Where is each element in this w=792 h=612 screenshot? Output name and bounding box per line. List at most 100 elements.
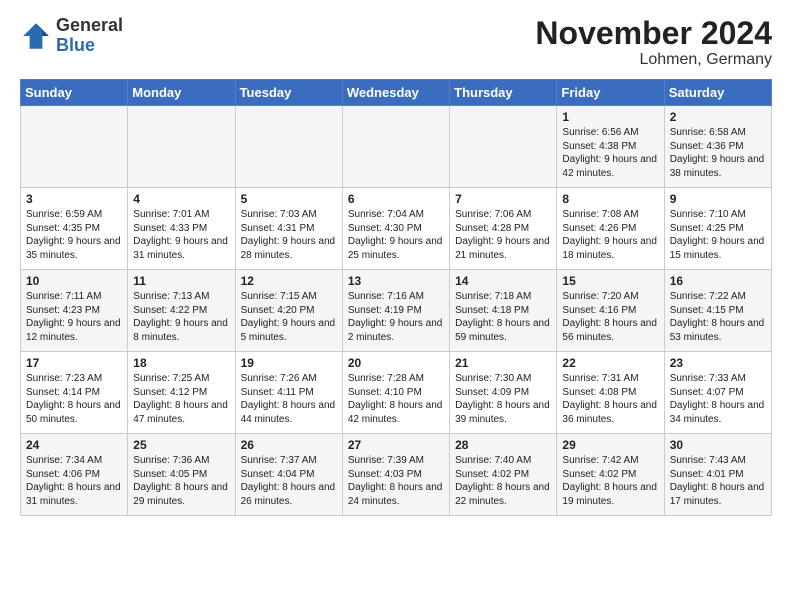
day-info: Sunrise: 7:25 AM Sunset: 4:12 PM Dayligh…: [133, 372, 229, 426]
calendar-header-saturday: Saturday: [664, 80, 771, 106]
day-info: Sunrise: 7:23 AM Sunset: 4:14 PM Dayligh…: [26, 372, 122, 426]
day-number: 21: [455, 356, 551, 370]
day-info: Sunrise: 7:11 AM Sunset: 4:23 PM Dayligh…: [26, 290, 122, 344]
calendar-cell: 30 Sunrise: 7:43 AM Sunset: 4:01 PM Dayli…: [664, 434, 771, 516]
calendar-week-row: 10 Sunrise: 7:11 AM Sunset: 4:23 PM Dayli…: [21, 270, 772, 352]
day-info: Sunrise: 7:22 AM Sunset: 4:15 PM Dayligh…: [670, 290, 766, 344]
day-number: 7: [455, 192, 551, 206]
logo-icon: [20, 20, 52, 52]
day-info: Sunrise: 7:40 AM Sunset: 4:02 PM Dayligh…: [455, 454, 551, 508]
calendar-cell: 21 Sunrise: 7:30 AM Sunset: 4:09 PM Dayli…: [450, 352, 557, 434]
calendar-week-row: 3 Sunrise: 6:59 AM Sunset: 4:35 PM Daylig…: [21, 188, 772, 270]
calendar-week-row: 1 Sunrise: 6:56 AM Sunset: 4:38 PM Daylig…: [21, 106, 772, 188]
calendar-header-thursday: Thursday: [450, 80, 557, 106]
day-info: Sunrise: 7:03 AM Sunset: 4:31 PM Dayligh…: [241, 208, 337, 262]
day-info: Sunrise: 7:36 AM Sunset: 4:05 PM Dayligh…: [133, 454, 229, 508]
day-number: 19: [241, 356, 337, 370]
day-number: 27: [348, 438, 444, 452]
page: General Blue November 2024 Lohmen, Germa…: [0, 0, 792, 526]
day-number: 20: [348, 356, 444, 370]
calendar-cell: 6 Sunrise: 7:04 AM Sunset: 4:30 PM Daylig…: [342, 188, 449, 270]
day-number: 18: [133, 356, 229, 370]
calendar-week-row: 24Sunrise: 7:34 AM Sunset: 4:06 PM Dayli…: [21, 434, 772, 516]
day-info: Sunrise: 7:08 AM Sunset: 4:26 PM Dayligh…: [562, 208, 658, 262]
day-number: 28: [455, 438, 551, 452]
calendar-header-sunday: Sunday: [21, 80, 128, 106]
calendar-cell: 20Sunrise: 7:28 AM Sunset: 4:10 PM Dayli…: [342, 352, 449, 434]
day-number: 22: [562, 356, 658, 370]
day-info: Sunrise: 7:31 AM Sunset: 4:08 PM Dayligh…: [562, 372, 658, 426]
calendar-cell: 15 Sunrise: 7:20 AM Sunset: 4:16 PM Dayli…: [557, 270, 664, 352]
calendar-cell: 14 Sunrise: 7:18 AM Sunset: 4:18 PM Dayli…: [450, 270, 557, 352]
calendar-cell: 28 Sunrise: 7:40 AM Sunset: 4:02 PM Dayli…: [450, 434, 557, 516]
day-info: Sunrise: 7:37 AM Sunset: 4:04 PM Dayligh…: [241, 454, 337, 508]
calendar-cell: 19Sunrise: 7:26 AM Sunset: 4:11 PM Dayli…: [235, 352, 342, 434]
calendar-cell: 4 Sunrise: 7:01 AM Sunset: 4:33 PM Daylig…: [128, 188, 235, 270]
day-number: 11: [133, 274, 229, 288]
day-number: 23: [670, 356, 766, 370]
logo-text: General Blue: [56, 16, 123, 56]
calendar-header-tuesday: Tuesday: [235, 80, 342, 106]
location: Lohmen, Germany: [535, 51, 772, 69]
day-number: 13: [348, 274, 444, 288]
day-info: Sunrise: 7:33 AM Sunset: 4:07 PM Dayligh…: [670, 372, 766, 426]
calendar-cell: 13Sunrise: 7:16 AM Sunset: 4:19 PM Dayli…: [342, 270, 449, 352]
day-info: Sunrise: 7:30 AM Sunset: 4:09 PM Dayligh…: [455, 372, 551, 426]
calendar-cell: 10 Sunrise: 7:11 AM Sunset: 4:23 PM Dayli…: [21, 270, 128, 352]
day-info: Sunrise: 6:58 AM Sunset: 4:36 PM Dayligh…: [670, 126, 766, 180]
logo-general: General: [56, 15, 123, 35]
day-info: Sunrise: 7:15 AM Sunset: 4:20 PM Dayligh…: [241, 290, 337, 344]
calendar-cell: [235, 106, 342, 188]
logo-blue: Blue: [56, 35, 95, 55]
day-info: Sunrise: 7:10 AM Sunset: 4:25 PM Dayligh…: [670, 208, 766, 262]
day-info: Sunrise: 7:43 AM Sunset: 4:01 PM Dayligh…: [670, 454, 766, 508]
calendar-cell: 1 Sunrise: 6:56 AM Sunset: 4:38 PM Daylig…: [557, 106, 664, 188]
logo: General Blue: [20, 16, 123, 56]
calendar-cell: [342, 106, 449, 188]
day-number: 14: [455, 274, 551, 288]
day-info: Sunrise: 7:34 AM Sunset: 4:06 PM Dayligh…: [26, 454, 122, 508]
calendar-cell: 17Sunrise: 7:23 AM Sunset: 4:14 PM Dayli…: [21, 352, 128, 434]
day-number: 10: [26, 274, 122, 288]
calendar-cell: 23 Sunrise: 7:33 AM Sunset: 4:07 PM Dayli…: [664, 352, 771, 434]
day-number: 30: [670, 438, 766, 452]
calendar-cell: 5 Sunrise: 7:03 AM Sunset: 4:31 PM Daylig…: [235, 188, 342, 270]
day-number: 6: [348, 192, 444, 206]
day-number: 4: [133, 192, 229, 206]
calendar-cell: 22 Sunrise: 7:31 AM Sunset: 4:08 PM Dayli…: [557, 352, 664, 434]
month-title: November 2024: [535, 16, 772, 51]
calendar-header-monday: Monday: [128, 80, 235, 106]
calendar-header-friday: Friday: [557, 80, 664, 106]
day-number: 16: [670, 274, 766, 288]
calendar: SundayMondayTuesdayWednesdayThursdayFrid…: [20, 79, 772, 516]
day-number: 26: [241, 438, 337, 452]
day-number: 12: [241, 274, 337, 288]
day-number: 5: [241, 192, 337, 206]
day-info: Sunrise: 7:20 AM Sunset: 4:16 PM Dayligh…: [562, 290, 658, 344]
calendar-cell: 11 Sunrise: 7:13 AM Sunset: 4:22 PM Dayli…: [128, 270, 235, 352]
calendar-cell: 9 Sunrise: 7:10 AM Sunset: 4:25 PM Daylig…: [664, 188, 771, 270]
day-number: 15: [562, 274, 658, 288]
day-info: Sunrise: 7:04 AM Sunset: 4:30 PM Dayligh…: [348, 208, 444, 262]
day-info: Sunrise: 7:13 AM Sunset: 4:22 PM Dayligh…: [133, 290, 229, 344]
day-info: Sunrise: 6:59 AM Sunset: 4:35 PM Dayligh…: [26, 208, 122, 262]
day-number: 9: [670, 192, 766, 206]
day-info: Sunrise: 6:56 AM Sunset: 4:38 PM Dayligh…: [562, 126, 658, 180]
day-number: 1: [562, 110, 658, 124]
title-block: November 2024 Lohmen, Germany: [535, 16, 772, 69]
calendar-cell: 16 Sunrise: 7:22 AM Sunset: 4:15 PM Dayli…: [664, 270, 771, 352]
calendar-cell: 27 Sunrise: 7:39 AM Sunset: 4:03 PM Dayli…: [342, 434, 449, 516]
calendar-cell: 3 Sunrise: 6:59 AM Sunset: 4:35 PM Daylig…: [21, 188, 128, 270]
calendar-cell: 7 Sunrise: 7:06 AM Sunset: 4:28 PM Daylig…: [450, 188, 557, 270]
day-number: 3: [26, 192, 122, 206]
calendar-cell: 2 Sunrise: 6:58 AM Sunset: 4:36 PM Daylig…: [664, 106, 771, 188]
calendar-header-row: SundayMondayTuesdayWednesdayThursdayFrid…: [21, 80, 772, 106]
day-number: 2: [670, 110, 766, 124]
day-info: Sunrise: 7:06 AM Sunset: 4:28 PM Dayligh…: [455, 208, 551, 262]
day-info: Sunrise: 7:39 AM Sunset: 4:03 PM Dayligh…: [348, 454, 444, 508]
day-number: 8: [562, 192, 658, 206]
day-info: Sunrise: 7:01 AM Sunset: 4:33 PM Dayligh…: [133, 208, 229, 262]
day-info: Sunrise: 7:42 AM Sunset: 4:02 PM Dayligh…: [562, 454, 658, 508]
calendar-cell: 25Sunrise: 7:36 AM Sunset: 4:05 PM Dayli…: [128, 434, 235, 516]
day-info: Sunrise: 7:18 AM Sunset: 4:18 PM Dayligh…: [455, 290, 551, 344]
